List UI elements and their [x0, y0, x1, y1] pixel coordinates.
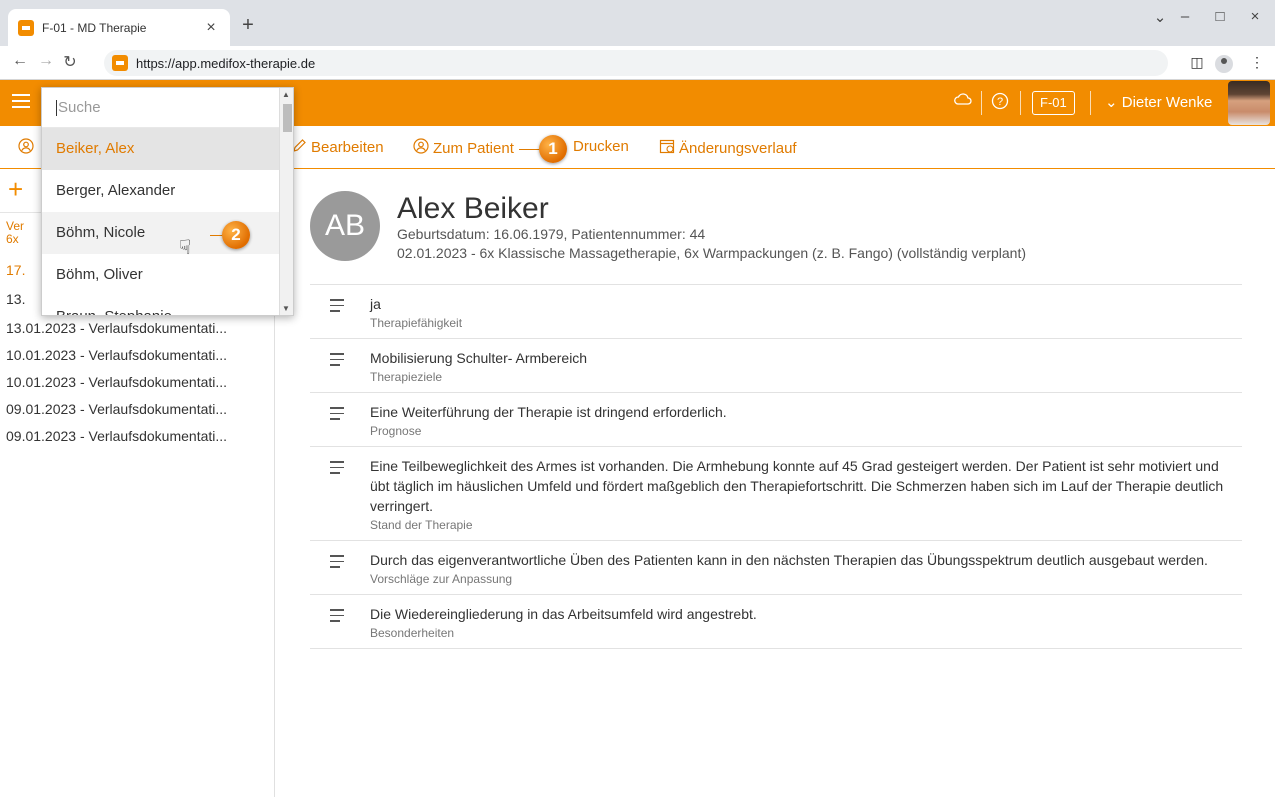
entry-label: Stand der Therapie [370, 518, 473, 532]
entry-label: Besonderheiten [370, 626, 455, 640]
change-history-button[interactable]: Änderungsverlauf [659, 138, 797, 158]
dropdown-option[interactable]: Böhm, Oliver [42, 254, 279, 296]
scroll-down-arrow-icon[interactable]: ▼ [282, 304, 290, 313]
list-item[interactable]: 13.01.2023 - Verlaufsdokumentati... [6, 320, 227, 336]
cloud-icon[interactable] [954, 92, 972, 111]
entry-value: Die Wiedereingliederung in das Arbeitsum… [370, 606, 757, 622]
header-separator [1020, 91, 1021, 115]
prescription-details: 02.01.2023 - 6x Klassische Massagetherap… [397, 245, 1027, 261]
callout-badge-2: 2 [222, 221, 250, 249]
patient-circle-icon [18, 138, 34, 154]
edit-button[interactable]: Bearbeiten [292, 138, 384, 157]
search-input[interactable]: Suche [42, 88, 279, 128]
entry-row: ja Therapiefähigkeit [310, 284, 1242, 338]
entry-value: Eine Teilbeweglichkeit des Armes ist vor… [370, 458, 1224, 514]
window-maximize-button[interactable]: □ [1200, 8, 1240, 25]
app-favicon-icon [18, 19, 34, 36]
patient-dropdown[interactable]: Suche Beiker, Alex Berger, Alexander Böh… [41, 87, 294, 316]
user-name: Dieter Wenke [1121, 94, 1213, 111]
list-item[interactable]: 10.01.2023 - Verlaufsdokumentati... [6, 374, 227, 390]
print-button[interactable]: Drucken [573, 138, 629, 155]
browser-toolbar: ← → ↻ https://app.medifox-therapie.de ◫ … [0, 46, 1275, 80]
reload-icon[interactable]: ↻ [60, 52, 80, 72]
tab-title: F-01 - MD Therapie [42, 20, 147, 35]
side-panel-icon[interactable]: ◫ [1187, 54, 1207, 71]
entry-row: Die Wiedereingliederung in das Arbeitsum… [310, 594, 1242, 649]
patient-icon [413, 138, 429, 158]
text-lines-icon [330, 299, 344, 316]
window-minimize-button[interactable]: – [1165, 8, 1205, 25]
user-avatar[interactable] [1228, 81, 1270, 125]
patient-details: Geburtsdatum: 16.06.1979, Patientennumme… [397, 226, 706, 242]
browser-tab[interactable]: F-01 - MD Therapie × [8, 9, 230, 46]
address-bar-url: https://app.medifox-therapie.de [136, 55, 316, 71]
dropdown-option[interactable]: Berger, Alexander [42, 170, 279, 212]
help-icon[interactable]: ? [991, 92, 1009, 115]
dropdown-option[interactable]: Braun, Stephanie [42, 296, 279, 315]
window-close-button[interactable]: × [1235, 8, 1275, 25]
hamburger-menu-icon[interactable] [12, 94, 30, 108]
scrollbar-thumb[interactable] [283, 104, 292, 132]
entry-label: Vorschläge zur Anpassung [370, 572, 513, 586]
text-lines-icon [330, 461, 344, 478]
dropdown-option[interactable]: Beiker, Alex [42, 128, 279, 170]
patient-name: Alex Beiker [397, 192, 549, 225]
callout-badge-1: 1 [539, 135, 567, 163]
text-lines-icon [330, 353, 344, 370]
list-item[interactable]: 17. [6, 262, 25, 278]
text-cursor [56, 100, 57, 117]
browser-tabstrip: F-01 - MD Therapie × + ⌄ – □ × [0, 0, 1275, 46]
calendar-history-icon [659, 138, 675, 158]
entry-row: Eine Weiterführung der Therapie ist drin… [310, 392, 1242, 446]
list-item[interactable]: 10.01.2023 - Verlaufsdokumentati... [6, 347, 227, 363]
add-icon[interactable]: + [8, 174, 23, 205]
entry-value: Durch das eigenverantwortliche Üben des … [370, 552, 1208, 568]
entry-label: Therapiefähigkeit [370, 316, 463, 330]
change-history-label: Änderungsverlauf [679, 139, 797, 157]
callout-line [519, 149, 541, 150]
entry-value: Mobilisierung Schulter- Armbereich [370, 350, 588, 366]
list-item[interactable]: 09.01.2023 - Verlaufsdokumentati... [6, 428, 227, 444]
dropdown-scrollbar[interactable]: ▲ ▼ [279, 88, 293, 315]
print-button-label: Drucken [573, 138, 629, 155]
site-favicon-icon [112, 55, 128, 71]
entry-value: Eine Weiterführung der Therapie ist drin… [370, 404, 727, 420]
text-lines-icon [330, 407, 344, 424]
prescription-subtitle: 6x [6, 232, 19, 246]
search-placeholder: Suche [58, 99, 101, 116]
pencil-icon [292, 138, 307, 157]
entry-label: Prognose [370, 424, 422, 438]
list-item[interactable]: 09.01.2023 - Verlaufsdokumentati... [6, 401, 227, 417]
entry-value: ja [370, 296, 381, 312]
header-separator [1090, 91, 1091, 115]
to-patient-button[interactable]: Zum Patient [413, 138, 514, 158]
location-badge[interactable]: F-01 [1032, 91, 1075, 115]
tab-close-icon[interactable]: × [202, 19, 220, 37]
back-arrow-icon[interactable]: ← [10, 52, 30, 70]
documentation-entries: ja Therapiefähigkeit Mobilisierung Schul… [310, 284, 1242, 649]
scroll-up-arrow-icon[interactable]: ▲ [282, 90, 290, 99]
browser-menu-icon[interactable]: ⋮ [1247, 54, 1267, 71]
entry-label: Therapieziele [370, 370, 443, 384]
profile-icon[interactable] [1215, 55, 1233, 73]
new-tab-button[interactable]: + [236, 14, 260, 37]
user-menu[interactable]: ⌄ Dieter Wenke [1105, 93, 1212, 111]
prescription-header[interactable]: Ver 6x [6, 220, 24, 246]
entry-row: Mobilisierung Schulter- Armbereich Thera… [310, 338, 1242, 392]
header-separator [981, 91, 982, 115]
entry-row: Durch das eigenverantwortliche Üben des … [310, 540, 1242, 594]
text-lines-icon [330, 609, 344, 626]
address-bar[interactable]: https://app.medifox-therapie.de [104, 50, 1168, 76]
edit-button-label: Bearbeiten [311, 139, 384, 156]
forward-arrow-icon[interactable]: → [36, 52, 56, 70]
patient-avatar: AB [310, 191, 380, 261]
to-patient-label: Zum Patient [433, 139, 514, 157]
hand-cursor-icon: ☟ [179, 237, 192, 259]
svg-text:?: ? [997, 96, 1003, 108]
list-item[interactable]: 13. [6, 291, 25, 307]
entry-row: Eine Teilbeweglichkeit des Armes ist vor… [310, 446, 1242, 540]
chevron-down-icon: ⌄ [1105, 94, 1122, 111]
text-lines-icon [330, 555, 344, 572]
